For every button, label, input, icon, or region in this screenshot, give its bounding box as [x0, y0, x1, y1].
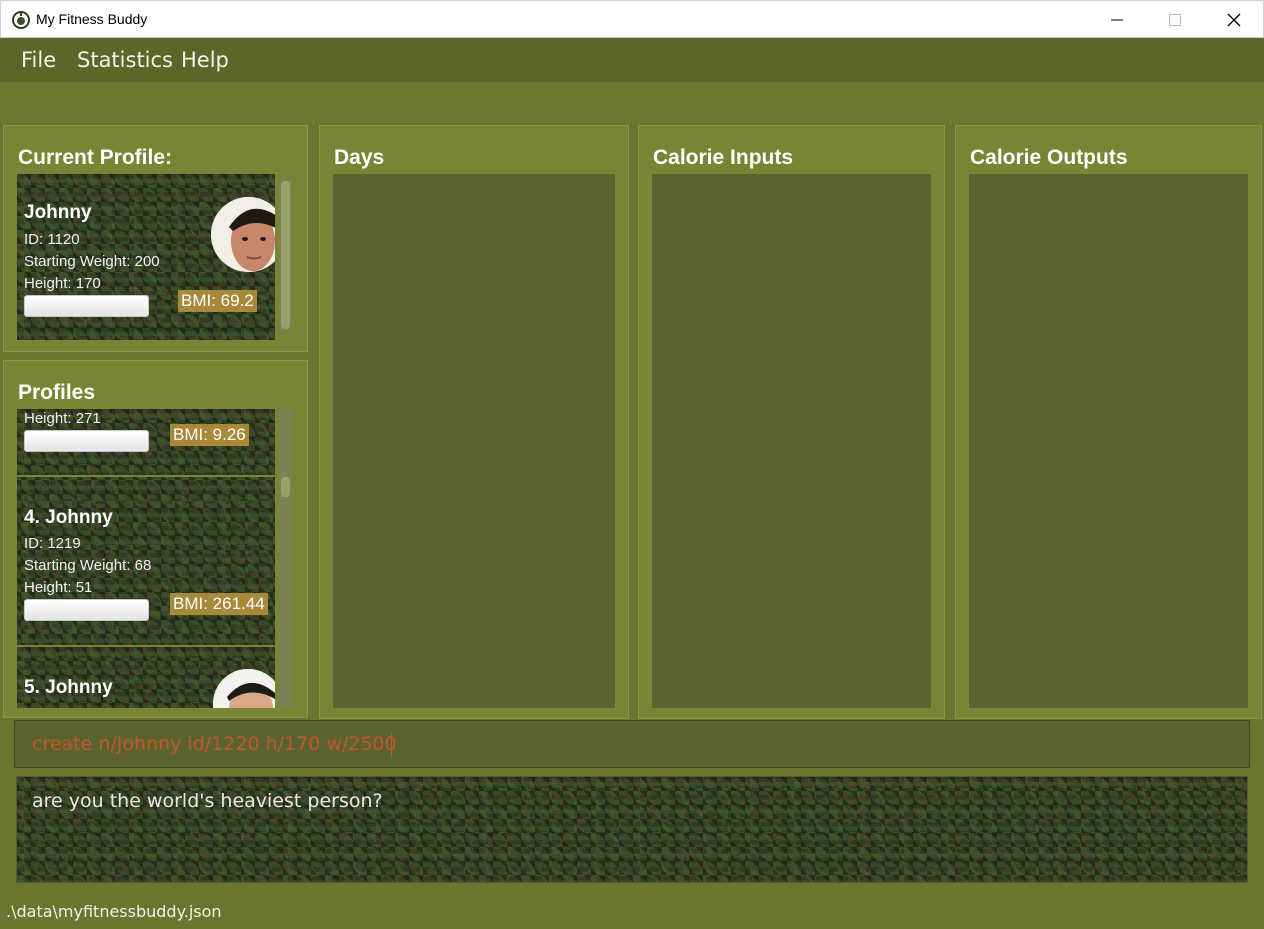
result-text: are you the world's heaviest person?	[32, 790, 383, 812]
current-profile-card[interactable]: Johnny ID: 1120 Starting Weight: 200 Hei…	[17, 174, 275, 340]
command-box	[14, 720, 1250, 768]
profile-name: 4. Johnny	[24, 507, 113, 528]
window-title: My Fitness Buddy	[36, 11, 148, 27]
calorie-inputs-list	[652, 174, 931, 708]
profile-progress-bar	[24, 295, 149, 317]
close-icon	[1227, 13, 1241, 26]
menu-statistics[interactable]: Statistics	[77, 48, 173, 72]
scrollbar-thumb[interactable]	[281, 477, 290, 497]
profile-progress-bar	[24, 599, 149, 621]
bmi-badge: BMI: 69.2	[178, 290, 257, 312]
profile-avatar	[213, 669, 275, 708]
profile-name: 5. Johnny	[24, 677, 113, 698]
menu-help[interactable]: Help	[181, 48, 229, 72]
profiles-list: Height: 271 BMI: 9.26 4. Johnny ID: 1219…	[17, 409, 275, 708]
profile-card[interactable]: 4. Johnny ID: 1219 Starting Weight: 68 H…	[17, 477, 275, 645]
profiles-title: Profiles	[18, 381, 96, 404]
minimize-icon	[1111, 19, 1123, 20]
calorie-inputs-panel: Calorie Inputs	[638, 125, 945, 719]
menu-bar: File Statistics Help	[0, 38, 1264, 82]
current-profile-scrollbar[interactable]	[279, 179, 292, 331]
bmi-badge: BMI: 261.44	[170, 593, 268, 615]
title-bar: My Fitness Buddy	[0, 0, 1264, 38]
profiles-panel: Profiles Height: 271 BMI: 9.26 4. Johnny…	[3, 360, 308, 718]
profile-card[interactable]: Height: 271 BMI: 9.26	[17, 409, 275, 475]
profile-card[interactable]: 5. Johnny	[17, 647, 275, 708]
current-profile-title: Current Profile:	[18, 146, 173, 169]
avatar-face-icon	[213, 669, 275, 708]
days-title: Days	[334, 146, 385, 169]
profile-name: Johnny	[24, 202, 92, 223]
result-display: are you the world's heaviest person?	[16, 776, 1248, 883]
profile-avatar	[211, 197, 275, 272]
maximize-icon	[1169, 13, 1181, 26]
calorie-outputs-title: Calorie Outputs	[970, 146, 1128, 169]
minimize-button[interactable]	[1088, 1, 1146, 38]
profile-weight: Starting Weight: 68	[24, 557, 152, 574]
days-list	[333, 174, 615, 708]
profile-height: Height: 170	[24, 275, 101, 292]
profile-id: ID: 1219	[24, 535, 81, 552]
profile-height: Height: 271	[24, 410, 101, 427]
text-caret	[391, 733, 392, 757]
profile-progress-bar	[24, 430, 149, 452]
toolbar-strip	[0, 82, 1264, 124]
days-panel: Days	[319, 125, 629, 719]
status-bar: .\data\myfitnessbuddy.json	[0, 892, 1264, 929]
calorie-outputs-list	[969, 174, 1248, 708]
calorie-inputs-title: Calorie Inputs	[653, 146, 794, 169]
close-button[interactable]	[1205, 1, 1263, 38]
menu-file[interactable]: File	[21, 48, 56, 72]
app-logo-icon	[12, 11, 30, 29]
profile-weight: Starting Weight: 200	[24, 253, 160, 270]
profile-id: ID: 1120	[24, 231, 80, 248]
maximize-button[interactable]	[1146, 1, 1204, 38]
bmi-badge: BMI: 9.26	[170, 424, 249, 446]
avatar-face-icon	[211, 197, 275, 272]
calorie-outputs-panel: Calorie Outputs	[955, 125, 1262, 719]
data-file-path: .\data\myfitnessbuddy.json	[6, 902, 222, 921]
command-input[interactable]	[15, 721, 1249, 767]
profile-height: Height: 51	[24, 579, 93, 596]
scrollbar-thumb[interactable]	[281, 181, 290, 329]
current-profile-panel: Current Profile: Johnny ID: 1120 Startin…	[3, 125, 308, 352]
profiles-scrollbar[interactable]	[279, 409, 292, 708]
